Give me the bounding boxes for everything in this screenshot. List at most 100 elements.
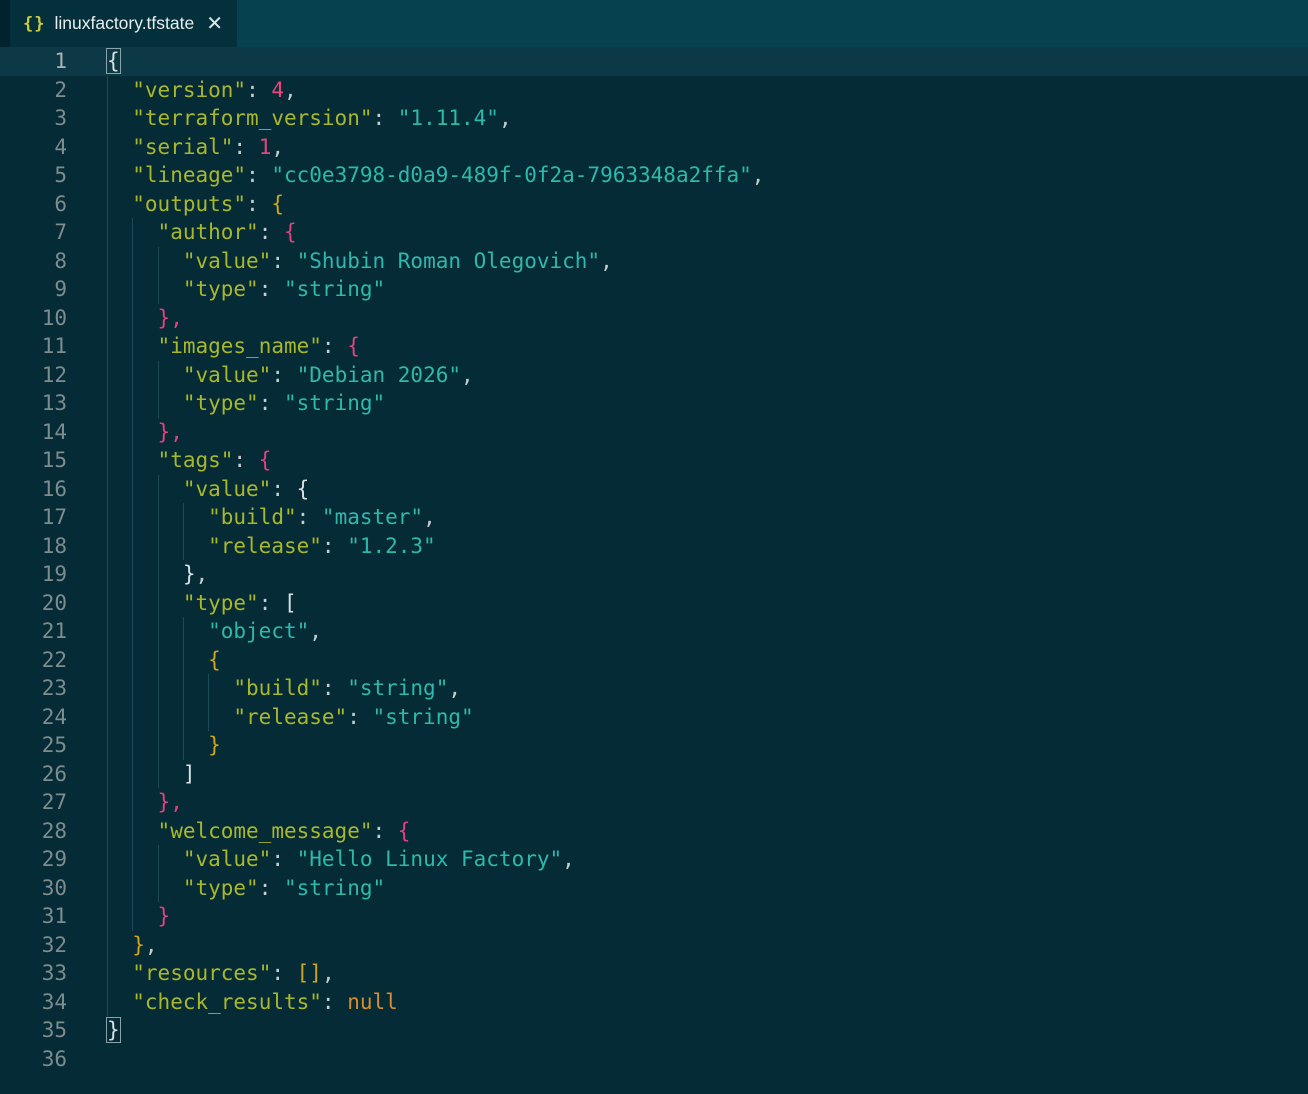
- json-key: "images_name": [158, 334, 322, 358]
- json-punctuation: ,: [423, 505, 436, 529]
- code-line[interactable]: 33"resources": [],: [0, 959, 1308, 988]
- editor-group-left-edge: [0, 0, 10, 47]
- code-line[interactable]: 14},: [0, 418, 1308, 447]
- indentation: [107, 181, 132, 182]
- code-line[interactable]: 20"type": [: [0, 589, 1308, 618]
- code-line[interactable]: 2"version": 4,: [0, 76, 1308, 105]
- indent-guide: [132, 674, 133, 703]
- code-line[interactable]: 1{: [0, 47, 1308, 76]
- indent-guide: [158, 703, 159, 732]
- line-number: 17: [0, 503, 67, 532]
- code-line[interactable]: 28"welcome_message": {: [0, 817, 1308, 846]
- line-number: 12: [0, 361, 67, 390]
- indent-guide: [107, 104, 108, 133]
- indent-guide: [132, 389, 133, 418]
- json-string-value: "Hello Linux Factory": [297, 847, 563, 871]
- indent-guide: [132, 503, 133, 532]
- json-string-value: "Shubin Roman Olegovich": [297, 249, 600, 273]
- code-line[interactable]: 32},: [0, 931, 1308, 960]
- code-line[interactable]: 18"release": "1.2.3": [0, 532, 1308, 561]
- indent-guide: [132, 788, 133, 817]
- code-line[interactable]: 6 "outputs": {: [0, 190, 1308, 219]
- line-number: 14: [0, 418, 67, 447]
- indent-guide: [132, 902, 133, 931]
- line-number: 35: [0, 1016, 67, 1045]
- code-line[interactable]: 27},: [0, 788, 1308, 817]
- code-line[interactable]: 9"type": "string": [0, 275, 1308, 304]
- code-text: "build": "string",: [107, 674, 1308, 703]
- line-number: 13: [0, 389, 67, 418]
- json-key: "check_results": [132, 990, 322, 1014]
- json-punctuation: :: [322, 334, 347, 358]
- code-text: "type": "string": [107, 874, 1308, 903]
- code-line[interactable]: 11"images_name": {: [0, 332, 1308, 361]
- json-file-icon: {}: [23, 14, 45, 34]
- code-line[interactable]: 24"release": "string": [0, 703, 1308, 732]
- code-line[interactable]: 26]: [0, 760, 1308, 789]
- code-text: [107, 1045, 1308, 1074]
- code-line[interactable]: 21"object",: [0, 617, 1308, 646]
- json-punctuation: ,: [461, 363, 474, 387]
- code-text: },: [107, 931, 1308, 960]
- indent-guide: [132, 304, 133, 333]
- code-text: "build": "master",: [107, 503, 1308, 532]
- code-text: "author": {: [107, 218, 1308, 247]
- code-line[interactable]: 12"value": "Debian 2026",: [0, 361, 1308, 390]
- indent-guide: [132, 617, 133, 646]
- line-number: 26: [0, 760, 67, 789]
- code-line[interactable]: 29"value": "Hello Linux Factory",: [0, 845, 1308, 874]
- line-number: 2: [0, 76, 67, 105]
- code-line[interactable]: 25}: [0, 731, 1308, 760]
- code-line[interactable]: 22{: [0, 646, 1308, 675]
- json-punctuation: ,: [448, 676, 461, 700]
- code-line[interactable]: 10},: [0, 304, 1308, 333]
- code-line[interactable]: 36: [0, 1045, 1308, 1074]
- indent-guide: [107, 361, 108, 390]
- line-number: 21: [0, 617, 67, 646]
- code-line[interactable]: 23 "build": "string",: [0, 674, 1308, 703]
- json-punctuation: ,: [271, 135, 284, 159]
- indent-guide: [107, 161, 108, 190]
- code-line[interactable]: 4"serial": 1,: [0, 133, 1308, 162]
- code-line[interactable]: 15"tags": {: [0, 446, 1308, 475]
- tab-linuxfactory-tfstate[interactable]: {} linuxfactory.tfstate ✕: [10, 0, 237, 47]
- indent-guide: [132, 874, 133, 903]
- code-text: "outputs": {: [107, 190, 1308, 219]
- line-number: 4: [0, 133, 67, 162]
- indent-guide: [107, 760, 108, 789]
- indent-guide: [107, 190, 108, 219]
- line-number: 6: [0, 190, 67, 219]
- code-text: },: [107, 418, 1308, 447]
- indent-guide: [132, 560, 133, 589]
- json-bracket: {: [107, 49, 120, 73]
- indent-guide: [107, 845, 108, 874]
- code-line[interactable]: 7"author": {: [0, 218, 1308, 247]
- code-line[interactable]: 16"value": {: [0, 475, 1308, 504]
- code-editor[interactable]: 1{2"version": 4,3"terraform_version": "1…: [0, 47, 1308, 1094]
- json-punctuation: :: [246, 192, 271, 216]
- code-line[interactable]: 35}: [0, 1016, 1308, 1045]
- json-punctuation: ,: [600, 249, 613, 273]
- json-key: "value": [183, 249, 272, 273]
- code-line[interactable]: 19},: [0, 560, 1308, 589]
- indent-guide: [132, 361, 133, 390]
- line-number: 23: [0, 674, 67, 703]
- code-line[interactable]: 13"type": "string": [0, 389, 1308, 418]
- indentation: [107, 409, 183, 410]
- code-line[interactable]: 3"terraform_version": "1.11.4",: [0, 104, 1308, 133]
- code-line[interactable]: 31}: [0, 902, 1308, 931]
- code-line[interactable]: 8"value": "Shubin Roman Olegovich",: [0, 247, 1308, 276]
- json-punctuation: :: [259, 876, 284, 900]
- code-line[interactable]: 17 "build": "master",: [0, 503, 1308, 532]
- tab-close-icon[interactable]: ✕: [206, 14, 223, 34]
- code-line[interactable]: 30"type": "string": [0, 874, 1308, 903]
- json-punctuation: :: [259, 591, 284, 615]
- json-bracket: {: [347, 334, 360, 358]
- line-number: 27: [0, 788, 67, 817]
- indent-guide: [107, 617, 108, 646]
- json-null-value: null: [347, 990, 398, 1014]
- code-text: {: [107, 47, 1308, 76]
- code-line[interactable]: 34"check_results": null: [0, 988, 1308, 1017]
- indent-guide: [107, 959, 108, 988]
- code-line[interactable]: 5"lineage": "cc0e3798-d0a9-489f-0f2a-796…: [0, 161, 1308, 190]
